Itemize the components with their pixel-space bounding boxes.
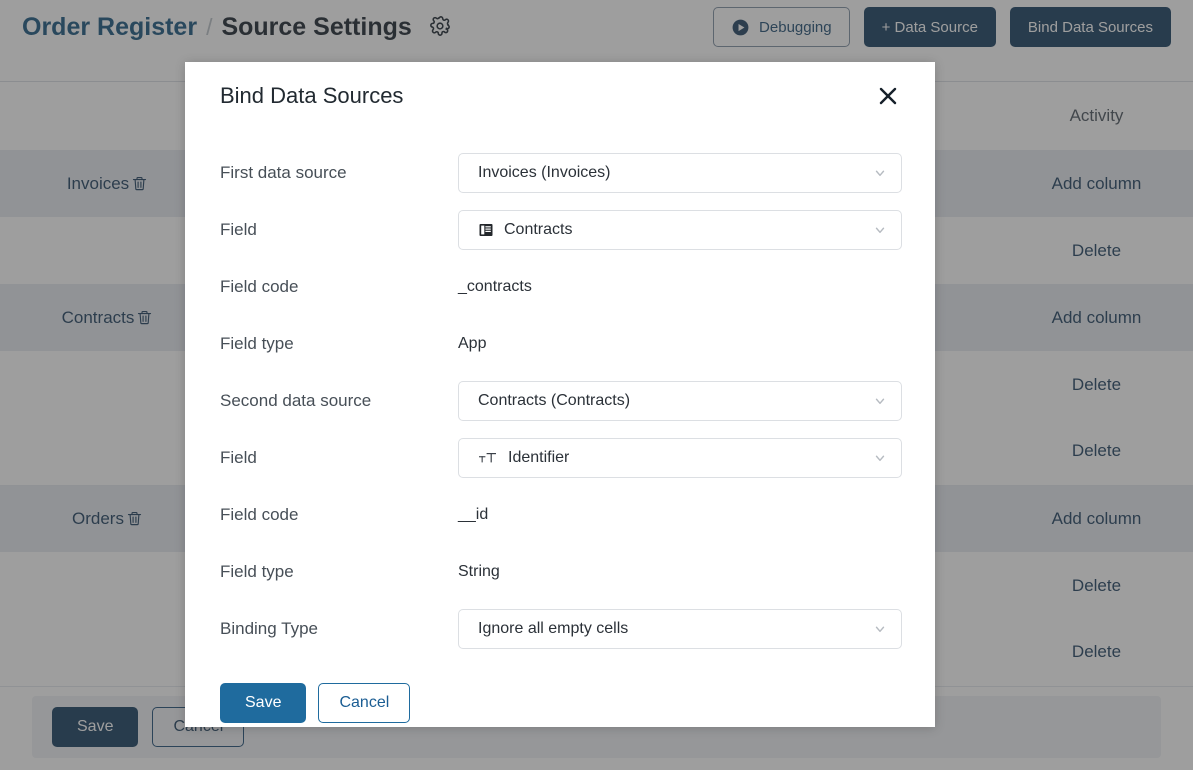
- second-field-control: Identifier: [458, 437, 902, 478]
- second-field-code-label: Field code: [220, 504, 299, 524]
- first-field-value: Contracts: [504, 220, 573, 238]
- close-icon[interactable]: [873, 81, 903, 111]
- dialog-body: First data source Invoices (Invoices) Fi…: [185, 130, 935, 657]
- row-first-data-source: First data source Invoices (Invoices): [220, 144, 902, 201]
- first-data-source-control: Invoices (Invoices): [458, 152, 902, 193]
- second-field-type-value: String: [458, 562, 500, 580]
- chevron-down-icon: [873, 394, 887, 408]
- binding-type-control: Ignore all empty cells: [458, 608, 902, 649]
- app-icon: [478, 222, 494, 238]
- bind-data-sources-dialog: Bind Data Sources First data source Invo…: [185, 62, 935, 727]
- chevron-down-icon: [873, 622, 887, 636]
- second-data-source-value: Contracts (Contracts): [478, 391, 631, 409]
- first-field-type-value: App: [458, 334, 487, 352]
- binding-type-label: Binding Type: [220, 618, 318, 638]
- dialog-header: Bind Data Sources: [185, 62, 935, 130]
- first-field-type-label: Field type: [220, 333, 294, 353]
- row-second-field: Field Identifier: [220, 429, 902, 486]
- row-first-field: Field Contracts: [220, 201, 902, 258]
- app-root: Order Register / Source Settings: [0, 0, 1193, 770]
- second-field-label: Field: [220, 447, 257, 467]
- row-binding-type: Binding Type Ignore all empty cells: [220, 600, 902, 657]
- text-type-icon: [478, 450, 498, 466]
- binding-type-select[interactable]: Ignore all empty cells: [458, 608, 902, 649]
- first-field-code-control: _contracts: [458, 278, 900, 296]
- row-first-field-type: Field type App: [220, 315, 900, 372]
- row-second-field-code: Field code __id: [220, 486, 900, 543]
- first-data-source-label: First data source: [220, 162, 347, 182]
- second-field-select[interactable]: Identifier: [458, 437, 902, 478]
- first-field-code-value: _contracts: [458, 277, 532, 295]
- row-first-field-code: Field code _contracts: [220, 258, 900, 315]
- second-data-source-control: Contracts (Contracts): [458, 380, 902, 421]
- first-field-type-control: App: [458, 335, 900, 353]
- second-field-type-control: String: [458, 563, 900, 581]
- second-field-code-control: __id: [458, 506, 900, 524]
- first-data-source-select[interactable]: Invoices (Invoices): [458, 152, 902, 193]
- first-field-code-label: Field code: [220, 276, 299, 296]
- second-field-value: Identifier: [508, 448, 570, 466]
- second-data-source-label: Second data source: [220, 390, 372, 410]
- dialog-save-button[interactable]: Save: [220, 683, 307, 723]
- first-field-control: Contracts: [458, 209, 902, 250]
- chevron-down-icon: [873, 451, 887, 465]
- chevron-down-icon: [873, 166, 887, 180]
- dialog-cancel-button[interactable]: Cancel: [318, 683, 411, 723]
- second-field-code-value: __id: [458, 505, 489, 523]
- row-second-field-type: Field type String: [220, 543, 900, 600]
- chevron-down-icon: [873, 223, 887, 237]
- first-field-label: Field: [220, 219, 257, 239]
- first-data-source-value: Invoices (Invoices): [478, 163, 611, 181]
- first-field-select[interactable]: Contracts: [458, 209, 902, 250]
- dialog-title: Bind Data Sources: [220, 83, 404, 108]
- dialog-footer: Save Cancel: [185, 657, 935, 723]
- second-field-type-label: Field type: [220, 561, 294, 581]
- binding-type-value: Ignore all empty cells: [478, 619, 629, 637]
- row-second-data-source: Second data source Contracts (Contracts): [220, 372, 902, 429]
- second-data-source-select[interactable]: Contracts (Contracts): [458, 380, 902, 421]
